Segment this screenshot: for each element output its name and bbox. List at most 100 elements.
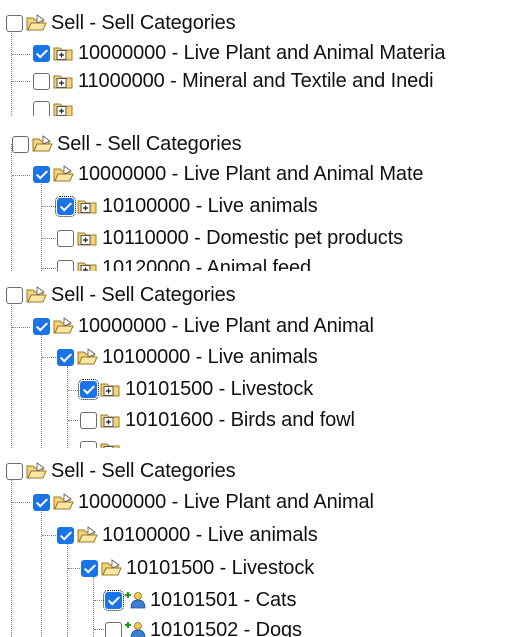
tree-node-checkbox[interactable]: [81, 559, 98, 577]
tree-node[interactable]: 10101500 - Livestock: [78, 376, 314, 402]
tree-guide-line: [11, 473, 12, 637]
plus-folder-icon: [100, 443, 120, 448]
tree-node-label: Sell - Sell Categories: [57, 132, 242, 155]
tree-guide-line: [68, 420, 78, 421]
plus-folder-icon: [77, 262, 97, 271]
tree-node-checkbox[interactable]: [33, 317, 50, 335]
tree-node-checkbox[interactable]: [6, 462, 23, 480]
tree-node-checkbox[interactable]: [6, 286, 23, 304]
tree-guide-line: [11, 296, 12, 448]
tree-guide-line: [94, 629, 104, 630]
tree-guide-line: [41, 509, 42, 637]
tree-node-checkbox[interactable]: [57, 229, 74, 247]
tree-node-checkbox[interactable]: [103, 589, 124, 611]
tree-node-label: 10000000 - Live Plant and Animal Mate: [78, 162, 424, 185]
tree-node[interactable]: [80, 436, 121, 448]
plus-folder-icon: [100, 414, 120, 428]
tree-node-label: 10110000 - Domestic pet products: [102, 226, 404, 249]
tree-node[interactable]: 10100000 - Live animals: [57, 344, 318, 370]
tree-node-checkbox[interactable]: [80, 440, 97, 448]
tree-guide-line: [67, 366, 68, 448]
tree-node[interactable]: [33, 96, 74, 116]
tree-node-checkbox[interactable]: [12, 135, 29, 153]
open-folder-icon: [32, 135, 53, 152]
tree-node-checkbox[interactable]: [80, 411, 97, 429]
tree-guide-line: [42, 206, 56, 207]
tree-node[interactable]: 10101500 - Livestock: [81, 555, 314, 581]
tree-node-checkbox[interactable]: [33, 493, 50, 511]
tree-node-label: 10101500 - Livestock: [125, 377, 314, 400]
tree-guide-line: [41, 180, 42, 271]
plus-folder-icon: [53, 103, 73, 116]
tree-node-label: 10100000 - Live animals: [102, 345, 318, 368]
open-folder-icon: [26, 462, 47, 479]
tree-node-checkbox[interactable]: [33, 72, 50, 90]
tree-guide-line: [12, 327, 30, 328]
add-user-icon: [125, 592, 146, 609]
tree-guide-line: [68, 390, 78, 391]
tree-node[interactable]: 10000000 - Live Plant and Animal Materia: [33, 40, 445, 66]
tree-guide-line: [93, 577, 94, 637]
tree-panel-2: Sell - Sell Categories 10000000 - Live P…: [0, 122, 524, 271]
tree-guide-line: [42, 268, 56, 269]
tree-node-checkbox[interactable]: [55, 195, 76, 217]
tree-node[interactable]: 10101600 - Birds and fowl: [80, 407, 355, 433]
tree-node-label: 10101500 - Livestock: [126, 556, 315, 579]
tree-panel-1: Sell - Sell Categories 10000000 - Live P…: [0, 0, 524, 116]
open-folder-icon: [101, 559, 122, 576]
tree-panel-3: Sell - Sell Categories 10000000 - Live P…: [0, 274, 524, 448]
tree-node-checkbox[interactable]: [33, 165, 50, 183]
open-folder-icon: [26, 286, 47, 303]
tree-node[interactable]: 10101501 - Cats: [103, 587, 297, 613]
tree-guide-line: [12, 502, 30, 503]
plus-folder-icon: [77, 232, 97, 246]
tree-guide-line: [42, 535, 56, 536]
plus-folder-icon: [53, 47, 73, 61]
tree-node-label: 10100000 - Live animals: [102, 194, 318, 217]
tree-node-label: Sell - Sell Categories: [51, 459, 236, 482]
open-folder-icon: [53, 165, 74, 182]
tree-node[interactable]: Sell - Sell Categories: [12, 131, 242, 157]
tree-guide-line: [12, 81, 30, 82]
tree-node[interactable]: 10000000 - Live Plant and Animal: [33, 313, 374, 339]
tree-node-checkbox[interactable]: [105, 621, 122, 637]
tree-node-checkbox[interactable]: [33, 100, 50, 116]
tree-node-label: 10120000 - Animal feed: [102, 256, 312, 272]
tree-node-label: 10000000 - Live Plant and Animal: [78, 314, 374, 337]
tree-node-checkbox[interactable]: [33, 44, 50, 62]
tree-node-label: 10100000 - Live animals: [102, 523, 318, 546]
tree-node-label: 10101501 - Cats: [150, 588, 297, 611]
tree-node[interactable]: 11000000 - Mineral and Textile and Inedi: [33, 68, 434, 94]
tree-node[interactable]: 10100000 - Live animals: [55, 193, 318, 219]
open-folder-icon: [77, 526, 98, 543]
tree-guide-line: [11, 22, 12, 116]
tree-node[interactable]: 10101502 - Dogs: [105, 617, 302, 637]
tree-node[interactable]: Sell - Sell Categories: [6, 458, 236, 484]
tree-node-checkbox[interactable]: [57, 348, 74, 366]
tree-guide-line: [12, 54, 30, 55]
tree-node-checkbox[interactable]: [78, 378, 99, 400]
tree-node[interactable]: Sell - Sell Categories: [6, 282, 236, 308]
tree-node[interactable]: 10000000 - Live Plant and Animal Mate: [33, 161, 424, 187]
tree-node[interactable]: 10110000 - Domestic pet products: [57, 225, 403, 251]
tree-node[interactable]: 10000000 - Live Plant and Animal: [33, 489, 374, 515]
tree-node-checkbox[interactable]: [57, 526, 74, 544]
add-user-icon: [125, 622, 146, 637]
tree-node-checkbox[interactable]: [6, 14, 23, 32]
tree-node-label: 11000000 - Mineral and Textile and Inedi: [78, 69, 434, 92]
tree-node-label: 10101502 - Dogs: [150, 618, 302, 637]
tree-guide-line: [94, 600, 104, 601]
tree-node-label: 10000000 - Live Plant and Animal Materia: [78, 41, 446, 64]
tree-guide-line: [42, 238, 56, 239]
tree-guide-line: [42, 357, 56, 358]
tree-guide-line: [68, 568, 80, 569]
tree-node-label: Sell - Sell Categories: [51, 283, 236, 306]
plus-folder-icon: [53, 75, 73, 89]
tree-node[interactable]: Sell - Sell Categories: [6, 10, 236, 36]
plus-folder-icon: [100, 383, 120, 397]
open-folder-icon: [77, 348, 98, 365]
tree-node[interactable]: 10120000 - Animal feed: [57, 255, 311, 271]
tree-node-checkbox[interactable]: [57, 259, 74, 271]
open-folder-icon: [53, 317, 74, 334]
tree-node[interactable]: 10100000 - Live animals: [57, 522, 318, 548]
